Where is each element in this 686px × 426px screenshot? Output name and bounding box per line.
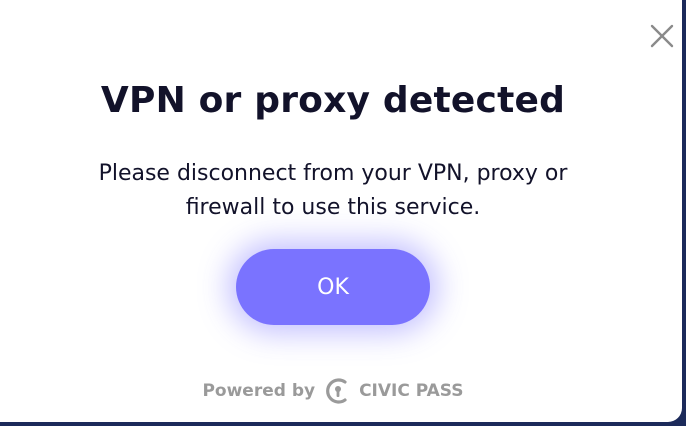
close-icon [650,24,674,48]
ok-button[interactable]: OK [236,249,430,325]
powered-by-footer: Powered by CIVIC PASS [0,376,666,406]
powered-by-label: Powered by [202,381,316,401]
civic-pass-brand: CIVIC PASS [359,381,464,401]
civic-pass-logo: CIVIC PASS [323,376,464,406]
civic-logo-icon [326,378,347,404]
dialog-title: VPN or proxy detected [100,80,566,121]
close-button[interactable] [648,22,676,50]
dialog-message: Please disconnect from your VPN, proxy o… [98,161,568,220]
vpn-detected-dialog: VPN or proxy detected Please disconnect … [0,0,682,422]
